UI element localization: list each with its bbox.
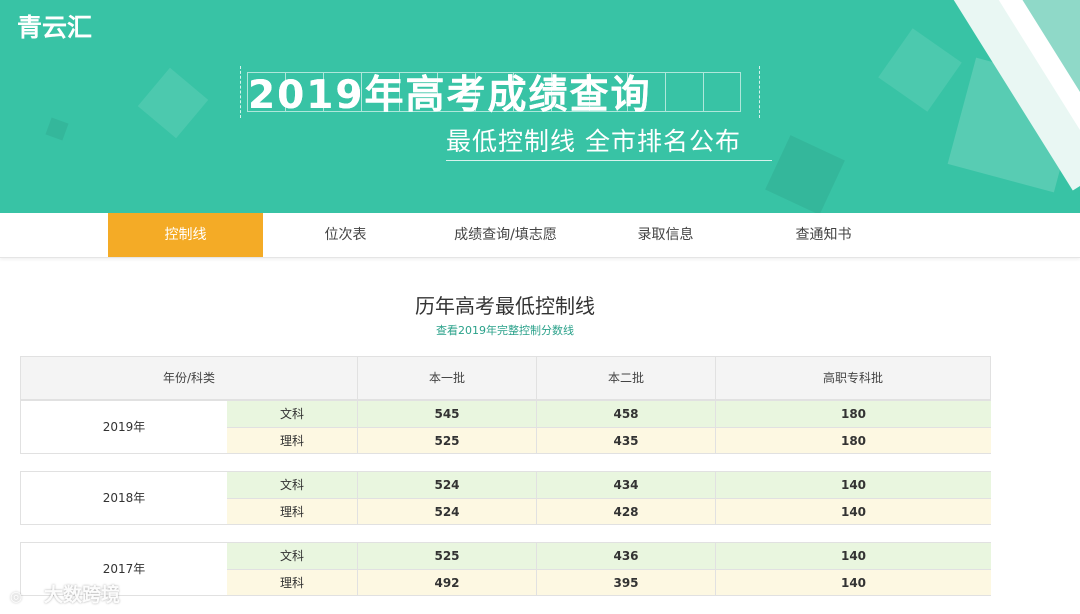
nav-tab-admission-letter[interactable]: 查通知书 — [746, 213, 901, 257]
subject-type: 文科 — [227, 472, 358, 498]
nav-tab-score-query[interactable]: 成绩查询/填志愿 — [428, 213, 583, 257]
year-label: 2018年 — [102, 491, 146, 505]
subject-type: 理科 — [227, 427, 358, 453]
subject-type: 文科 — [227, 543, 358, 569]
brand-logo[interactable]: 青云汇 — [17, 8, 92, 44]
score-vocational: 140 — [840, 549, 867, 563]
score-tier2: 395 — [537, 569, 716, 595]
section-title: 历年高考最低控制线 — [415, 294, 595, 318]
subject-type: 文科 — [227, 401, 358, 427]
nav-tab-admission-info[interactable]: 录取信息 — [588, 213, 743, 257]
score-tier1: 525 — [358, 543, 537, 569]
score-tier2: 458 — [537, 401, 716, 427]
score-tier2: 428 — [537, 498, 716, 524]
header-tier2: 本二批 — [537, 357, 716, 399]
table-row: 理科 525 435 180 — [227, 427, 991, 453]
score-vocational: 180 — [716, 427, 991, 453]
banner-title: 2019年高考成绩查询 — [248, 73, 652, 118]
table-row: 理科 492 395 140 — [227, 569, 991, 595]
score-vocational: 180 — [840, 407, 867, 421]
header-vocational: 高职专科批 — [822, 371, 883, 385]
decor-square — [765, 135, 845, 213]
watermark: ◎ 大数跨境 — [10, 580, 120, 607]
subject-type: 理科 — [227, 498, 358, 524]
score-tier1: 525 — [358, 427, 537, 453]
table-row: 文科 524 434 140 — [227, 472, 991, 498]
table-row: 理科 524 428 140 — [227, 498, 991, 524]
decor-square — [878, 28, 962, 112]
score-tier2: 436 — [537, 543, 716, 569]
table-header: 年份/科类 本一批 本二批 高职专科批 — [20, 356, 991, 400]
table-row: 文科 525 436 140 — [227, 543, 991, 569]
year-block-2018: 2018年 文科 524 434 140 理科 524 428 140 — [20, 471, 991, 525]
year-block-2017: 2017年 文科 525 436 140 理科 492 395 140 — [20, 542, 991, 596]
header-tier1: 本一批 — [358, 357, 537, 399]
hero-banner: 青云汇 2019年高考成绩查询 最低控制线 全市排名公布 — [0, 0, 1080, 213]
table-row: 文科 545 458 180 — [227, 401, 991, 427]
nav-tab-control-line[interactable]: 控制线 — [108, 213, 263, 257]
score-tier2: 434 — [537, 472, 716, 498]
score-tier1: 524 — [358, 472, 537, 498]
score-vocational: 140 — [840, 478, 867, 492]
score-tier1: 524 — [358, 498, 537, 524]
year-block-2019: 2019年 文科 545 458 180 理科 525 435 180 — [20, 400, 991, 454]
score-tier2: 435 — [537, 427, 716, 453]
decor-square — [137, 67, 209, 139]
score-tier1: 492 — [358, 569, 537, 595]
watermark-icon: ◎ — [10, 589, 23, 605]
watermark-text: 大数跨境 — [44, 584, 121, 606]
subject-type: 理科 — [227, 569, 358, 595]
score-tier1: 545 — [358, 401, 537, 427]
main-nav: 控制线 位次表 成绩查询/填志愿 录取信息 查通知书 — [0, 213, 1080, 258]
brand-logo-text: 青云汇 — [17, 13, 93, 42]
decor-square — [45, 117, 69, 141]
full-score-link[interactable]: 查看2019年完整控制分数线 — [0, 322, 1010, 338]
score-vocational: 140 — [716, 498, 991, 524]
score-vocational: 140 — [716, 569, 991, 595]
nav-tab-rank-table[interactable]: 位次表 — [268, 213, 423, 257]
subtitle-underline — [446, 160, 772, 161]
banner-subtitle: 最低控制线 全市排名公布 — [446, 127, 741, 156]
header-year-type: 年份/科类 — [21, 357, 358, 399]
year-label: 2019年 — [102, 420, 146, 434]
